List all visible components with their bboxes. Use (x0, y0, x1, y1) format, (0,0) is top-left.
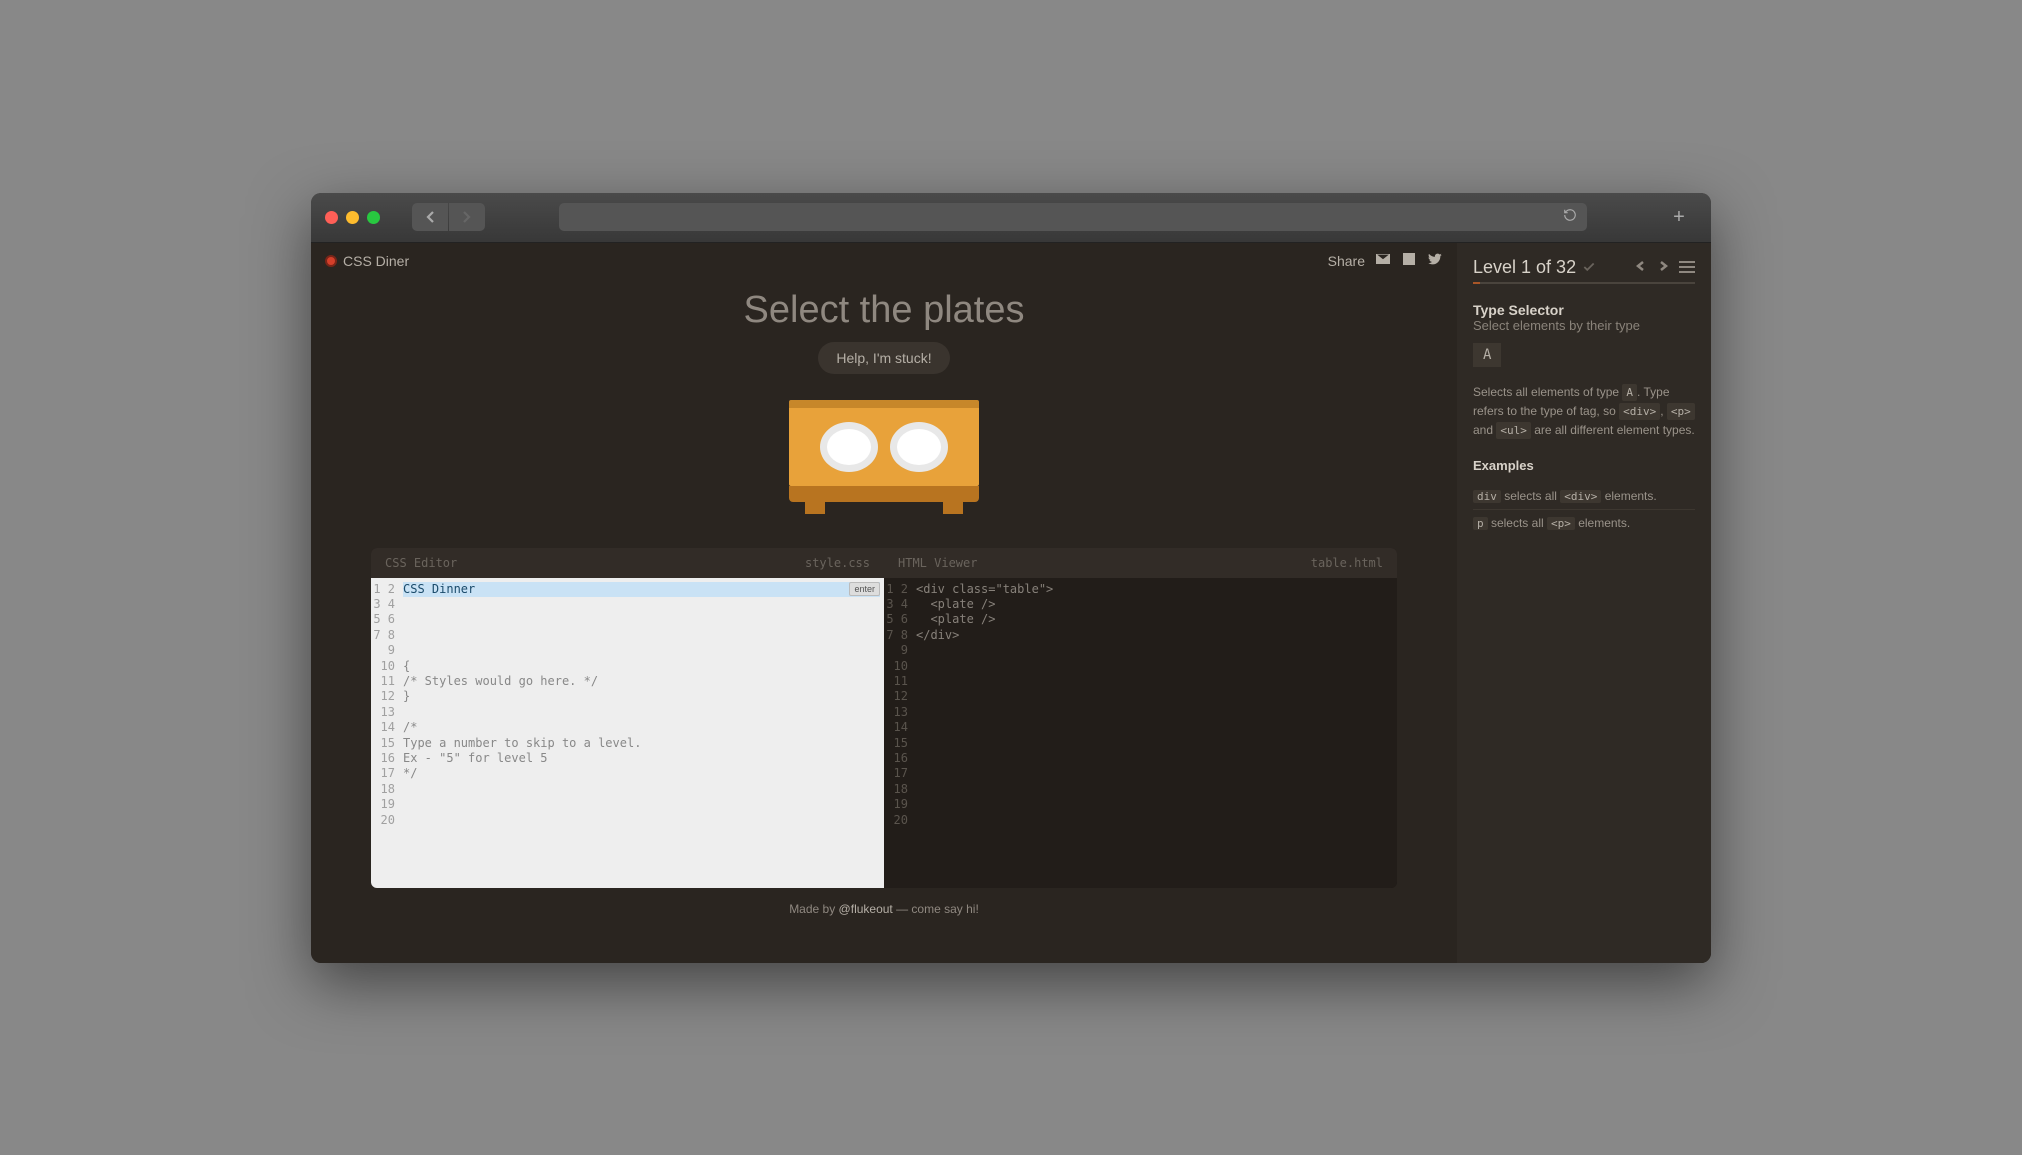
selector-subtitle: Select elements by their type (1473, 318, 1695, 333)
twitter-icon[interactable] (1427, 251, 1443, 270)
new-tab-button[interactable]: + (1661, 199, 1697, 235)
footer: Made by @flukeout — come say hi! (311, 888, 1457, 930)
reload-icon[interactable] (1563, 208, 1577, 227)
table-top (789, 400, 979, 486)
main-panel: CSS Diner Share Select the plates Help, … (311, 243, 1457, 963)
hero: Select the plates Help, I'm stuck! (311, 279, 1457, 534)
progress-bar (1473, 282, 1695, 284)
traffic-lights (325, 211, 380, 224)
check-icon (1582, 260, 1596, 274)
selector-name: Type Selector (1473, 302, 1695, 318)
menu-icon[interactable] (1679, 261, 1695, 273)
plate[interactable] (820, 422, 878, 472)
app-title: CSS Diner (325, 253, 409, 269)
css-code[interactable]: enter { /* Styles would go here. */ } /*… (401, 578, 884, 888)
app-title-text: CSS Diner (343, 253, 409, 269)
html-viewer-header: HTML Viewer table.html (884, 548, 1397, 578)
html-code: <div class="table"> <plate /> <plate /> … (914, 578, 1397, 888)
close-window-button[interactable] (325, 211, 338, 224)
facebook-icon[interactable] (1401, 251, 1417, 270)
css-editor-pane: CSS Editor style.css 1 2 3 4 5 6 7 8 9 1… (371, 548, 884, 888)
css-editor-body[interactable]: 1 2 3 4 5 6 7 8 9 10 11 12 13 14 15 16 1… (371, 578, 884, 888)
table-edge (789, 486, 979, 502)
logo-icon (325, 255, 337, 267)
example-row: div selects all <div> elements. (1473, 483, 1695, 510)
email-icon[interactable] (1375, 251, 1391, 270)
css-code-text: { /* Styles would go here. */ } /* Type … (403, 628, 878, 782)
forward-button[interactable] (449, 203, 485, 231)
css-editor-header: CSS Editor style.css (371, 548, 884, 578)
table-scene (789, 400, 979, 514)
level-header: Level 1 of 32 (1473, 257, 1695, 278)
browser-window: + CSS Diner Share Select the plates Help… (311, 193, 1711, 963)
page-content: CSS Diner Share Select the plates Help, … (311, 243, 1711, 963)
sidebar: Level 1 of 32 Type Selector Select eleme… (1457, 243, 1711, 963)
level-nav (1635, 260, 1695, 275)
nav-buttons (412, 203, 485, 231)
html-filename: table.html (1311, 556, 1383, 570)
help-button[interactable]: Help, I'm stuck! (818, 342, 949, 374)
examples-title: Examples (1473, 458, 1695, 473)
html-viewer-pane: HTML Viewer table.html 1 2 3 4 5 6 7 8 9… (884, 548, 1397, 888)
prev-level-button[interactable] (1635, 260, 1647, 275)
level-title: Level 1 of 32 (1473, 257, 1596, 278)
maximize-window-button[interactable] (367, 211, 380, 224)
address-bar[interactable] (559, 203, 1587, 231)
share-section: Share (1328, 251, 1443, 270)
titlebar: + (311, 193, 1711, 243)
example-row: p selects all <p> elements. (1473, 510, 1695, 536)
back-button[interactable] (412, 203, 448, 231)
next-level-button[interactable] (1657, 260, 1669, 275)
syntax-box: A (1473, 343, 1501, 367)
css-input[interactable] (403, 582, 849, 596)
instruction-heading: Select the plates (744, 289, 1025, 332)
html-viewer-body: 1 2 3 4 5 6 7 8 9 10 11 12 13 14 15 16 1… (884, 578, 1397, 888)
plate[interactable] (890, 422, 948, 472)
css-filename: style.css (805, 556, 870, 570)
share-label: Share (1328, 253, 1365, 269)
app-topbar: CSS Diner Share (311, 243, 1457, 279)
table-legs (789, 502, 979, 514)
css-gutter: 1 2 3 4 5 6 7 8 9 10 11 12 13 14 15 16 1… (371, 578, 401, 888)
css-editor-title: CSS Editor (385, 556, 457, 570)
html-viewer-title: HTML Viewer (898, 556, 977, 570)
help-text: Selects all elements of type A. Type ref… (1473, 383, 1695, 441)
editors: CSS Editor style.css 1 2 3 4 5 6 7 8 9 1… (371, 548, 1397, 888)
author-link[interactable]: @flukeout (839, 902, 893, 916)
minimize-window-button[interactable] (346, 211, 359, 224)
enter-button[interactable]: enter (849, 582, 880, 596)
html-gutter: 1 2 3 4 5 6 7 8 9 10 11 12 13 14 15 16 1… (884, 578, 914, 888)
